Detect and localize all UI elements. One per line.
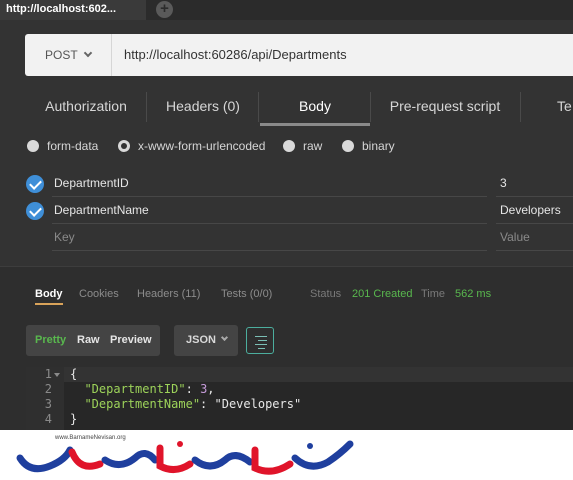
plus-icon[interactable]: + [156,1,173,18]
view-mode-segment: Pretty Raw Preview [26,325,160,356]
tab-tests[interactable]: Te [546,90,573,126]
param-key[interactable]: DepartmentName [54,197,149,224]
status-value: 201 Created [352,288,413,300]
view-preview-button[interactable]: Preview [110,325,152,356]
response-tab-headers[interactable]: Headers (11) [137,285,200,303]
response-tab-body[interactable]: Body [35,285,63,305]
postman-window: http://localhost:602... + POST http://lo… [0,0,573,430]
response-code-editor[interactable]: 1 2 3 4 { "DepartmentID": 3, "Department… [26,367,573,430]
active-line-highlight [26,367,573,382]
checkbox-icon[interactable] [26,202,44,220]
fold-icon[interactable] [54,373,60,377]
param-value-input[interactable]: Value [500,224,530,251]
code-line: { [70,367,78,381]
method-label: POST [45,48,78,62]
status-label: Status [310,288,342,300]
response-tab-tests[interactable]: Tests (0/0) [221,285,272,303]
response-tab-cookies[interactable]: Cookies [79,285,119,303]
tab-divider [520,92,521,122]
format-label: JSON [186,334,216,346]
response-panel: Body Cookies Headers (11) Tests (0/0) St… [0,266,573,430]
response-tabs: Body Cookies Headers (11) Tests (0/0) St… [0,285,573,307]
tab-body[interactable]: Body [260,90,370,126]
watermark-logo: www.BarnameNevisan.org [0,430,573,480]
tab-divider [258,92,259,122]
wrap-lines-icon[interactable] [246,327,274,354]
body-mode-radios: form-data x-www-form-urlencoded raw bina… [0,136,573,156]
tab-pre-request-script[interactable]: Pre-request script [380,90,510,126]
url-bar: POST http://localhost:60286/api/Departme… [25,34,573,76]
method-select[interactable]: POST [25,34,112,76]
tab-divider [146,92,147,122]
param-row: DepartmentID 3 [0,170,573,197]
param-key[interactable]: DepartmentID [54,170,129,197]
param-value[interactable]: Developers [500,197,561,224]
code-line: "DepartmentID": 3, [84,382,215,396]
time-label: Time [421,288,446,300]
format-select[interactable]: JSON [174,325,238,356]
chevron-down-icon [220,333,229,342]
param-row-new: Key Value [0,224,573,251]
checkbox-icon[interactable] [26,175,44,193]
chevron-down-icon [83,48,92,58]
param-key-input[interactable]: Key [54,224,75,251]
tab-authorization[interactable]: Authorization [30,90,142,126]
request-tabs: Authorization Headers (0) Body Pre-reque… [0,90,573,126]
request-tab-title: http://localhost:602... [6,3,117,15]
code-line: "DepartmentName": "Developers" [84,397,302,411]
time-value: 562 ms [455,288,492,300]
view-raw-button[interactable]: Raw [77,325,100,356]
line-number: 2 [44,382,52,396]
line-number: 4 [44,412,52,426]
url-input[interactable]: http://localhost:60286/api/Departments [124,34,347,76]
param-row: DepartmentName Developers [0,197,573,224]
code-line: } [70,412,78,426]
param-value[interactable]: 3 [500,170,507,197]
line-number: 1 [44,367,52,381]
line-number: 3 [44,397,52,411]
view-pretty-button[interactable]: Pretty [35,325,66,356]
tab-divider [370,92,371,122]
request-tab[interactable]: http://localhost:602... [0,0,146,20]
tab-strip: http://localhost:602... + [0,0,573,20]
response-toolbar: Pretty Raw Preview JSON [0,325,573,357]
brand-logo-icon [16,440,354,475]
tab-headers[interactable]: Headers (0) [152,90,254,126]
